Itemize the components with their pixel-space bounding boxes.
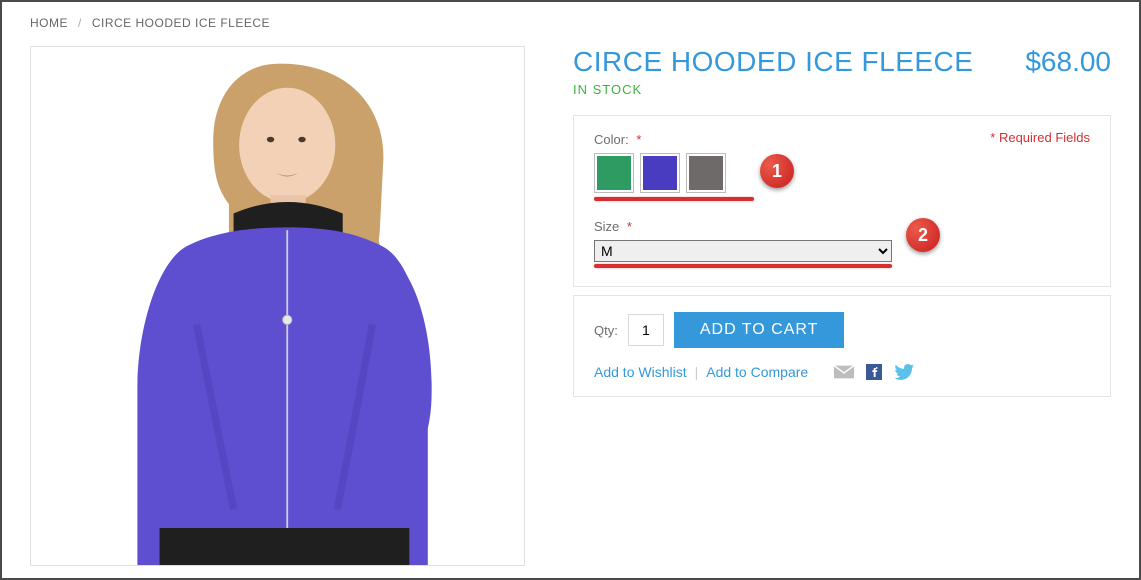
qty-label: Qty:	[594, 323, 618, 338]
qty-input[interactable]	[628, 314, 664, 346]
required-asterisk: *	[627, 219, 632, 234]
cart-box: Qty: ADD TO CART Add to Wishlist | Add t…	[573, 295, 1111, 397]
email-icon[interactable]	[834, 364, 854, 380]
breadcrumb-separator: /	[78, 16, 82, 30]
link-separator: |	[695, 364, 699, 380]
breadcrumb: HOME / CIRCE HOODED ICE FLEECE	[30, 16, 1111, 30]
twitter-icon[interactable]	[894, 364, 914, 380]
facebook-icon[interactable]	[864, 364, 884, 380]
product-price: $68.00	[1025, 46, 1111, 78]
required-fields-note: * Required Fields	[990, 130, 1090, 145]
product-options: * Required Fields Color: * Siz	[573, 115, 1111, 287]
size-label: Size	[594, 219, 619, 234]
callout-badge-1: 1	[760, 154, 794, 188]
color-swatch-gray[interactable]	[686, 153, 726, 193]
size-select[interactable]: M	[594, 240, 892, 262]
required-asterisk: *	[636, 132, 641, 147]
add-to-cart-button[interactable]: ADD TO CART	[674, 312, 845, 348]
color-label: Color:	[594, 132, 629, 147]
product-title: CIRCE HOODED ICE FLEECE	[573, 46, 973, 78]
color-swatch-green[interactable]	[594, 153, 634, 193]
product-image[interactable]	[30, 46, 525, 566]
annotation-underline-2	[594, 264, 892, 268]
add-to-compare-link[interactable]: Add to Compare	[706, 364, 808, 380]
breadcrumb-current: CIRCE HOODED ICE FLEECE	[92, 16, 270, 30]
breadcrumb-home[interactable]: HOME	[30, 16, 68, 30]
color-swatch-purple[interactable]	[640, 153, 680, 193]
add-to-wishlist-link[interactable]: Add to Wishlist	[594, 364, 687, 380]
callout-badge-2: 2	[906, 218, 940, 252]
annotation-underline-1	[594, 197, 754, 201]
stock-status: IN STOCK	[573, 82, 1111, 97]
